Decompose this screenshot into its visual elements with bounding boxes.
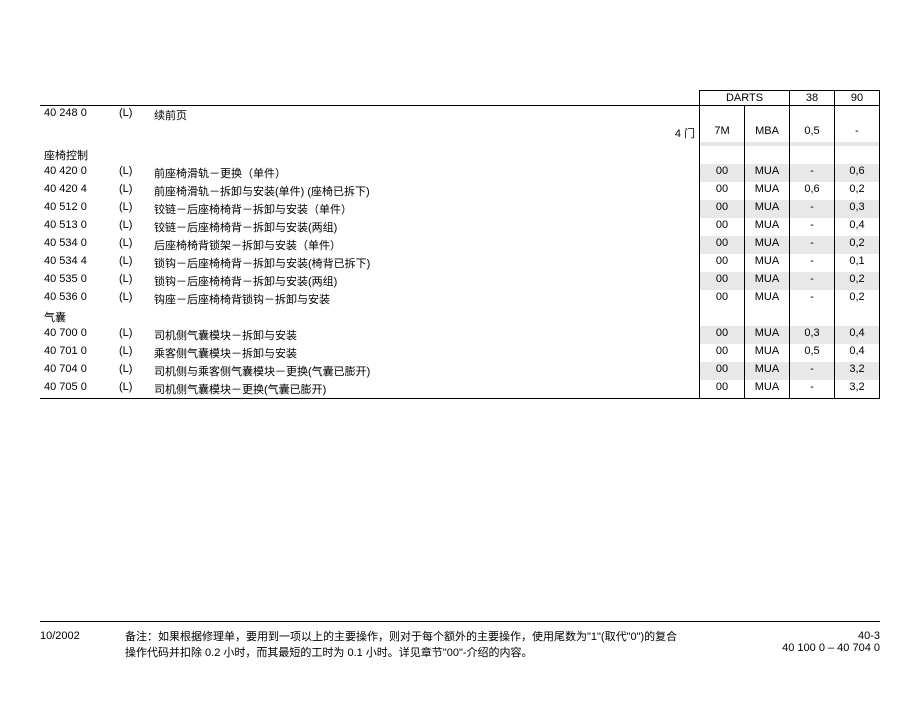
table-row: 4 门7MMBA0,5- (40, 124, 880, 142)
table-row: 40 534 4(L)锁钩－后座椅椅背－拆卸与安装(椅背已拆下)00MUA-0,… (40, 254, 880, 272)
table-row: 40 248 0(L)续前页 (40, 106, 880, 125)
table-row: 40 704 0(L)司机侧与乘客侧气囊模块－更换(气囊已膨开)00MUA-3,… (40, 362, 880, 380)
footer-page-no: 40-3 (858, 630, 880, 642)
table-row: 40 534 0(L)后座椅椅背锁架－拆卸与安装（单件）00MUA-0,2 (40, 236, 880, 254)
section-header: 座椅控制 (40, 146, 880, 164)
col-header-90: 90 (835, 91, 880, 106)
table-row: 40 536 0(L)钩座－后座椅椅背锁钩－拆卸与安装00MUA-0,2 (40, 290, 880, 308)
table-row: 40 701 0(L)乘客侧气囊模块－拆卸与安装00MUA0,50,4 (40, 344, 880, 362)
footer-range: 40 100 0 – 40 704 0 (782, 642, 880, 654)
table-header-row: DARTS 38 90 (40, 91, 880, 106)
table-row: 40 513 0(L)铰链－后座椅椅背－拆卸与安装(两组)00MUA-0,4 (40, 218, 880, 236)
table-row: 40 705 0(L)司机侧气囊模块－更换(气囊已膨开)00MUA-3,2 (40, 380, 880, 399)
footer-page-info: 40-3 40 100 0 – 40 704 0 (750, 630, 880, 661)
footer-note-prefix: 备注： (125, 631, 158, 643)
table-row: 40 700 0(L)司机侧气囊模块－拆卸与安装00MUA0,30,4 (40, 326, 880, 344)
footer-note: 备注：如果根据修理单，要用到一项以上的主要操作，则对于每个额外的主要操作，使用尾… (115, 630, 750, 661)
col-header-38: 38 (790, 91, 835, 106)
page-footer: 10/2002 备注：如果根据修理单，要用到一项以上的主要操作，则对于每个额外的… (40, 621, 880, 661)
table-row: 40 512 0(L)铰链－后座椅椅背－拆卸与安装（单件）00MUA-0,3 (40, 200, 880, 218)
footer-note-line2: 操作代码并扣除 0.2 小时，而其最短的工时为 0.1 小时。详见章节"00"-… (125, 647, 533, 659)
table-row: 40 420 4(L)前座椅滑轨－拆卸与安装(单件) (座椅已拆下)00MUA0… (40, 182, 880, 200)
section-header: 气囊 (40, 308, 880, 326)
table-row: 40 420 0(L)前座椅滑轨－更换（单件）00MUA-0,6 (40, 164, 880, 182)
footer-note-line1: 如果根据修理单，要用到一项以上的主要操作，则对于每个额外的主要操作，使用尾数为"… (158, 631, 677, 643)
table-row: 40 535 0(L)锁钩－后座椅椅背－拆卸与安装(两组)00MUA-0,2 (40, 272, 880, 290)
labor-table: DARTS 38 90 40 248 0(L)续前页4 门7MMBA0,5- 座椅… (40, 90, 880, 399)
footer-date: 10/2002 (40, 630, 115, 661)
col-header-darts: DARTS (700, 91, 790, 106)
